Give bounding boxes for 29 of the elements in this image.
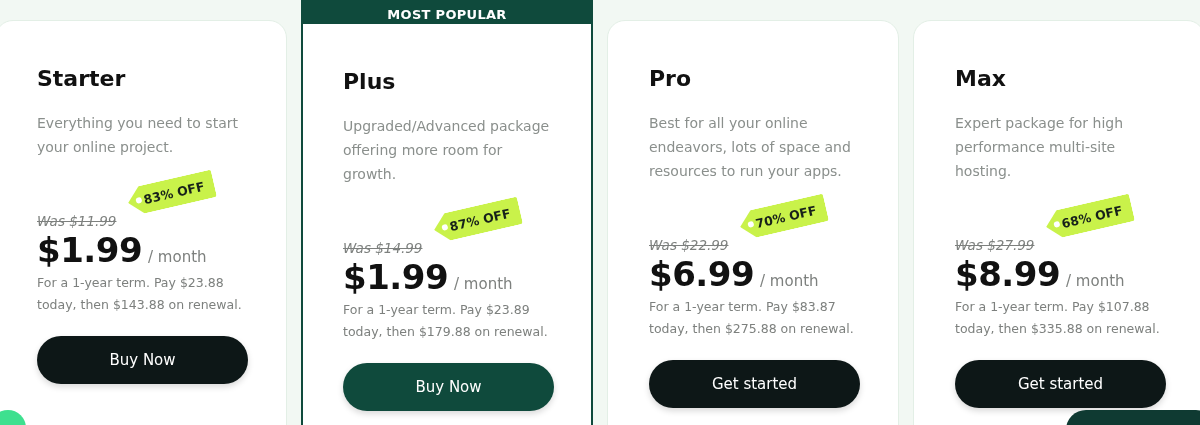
plan-name: Max — [955, 65, 1007, 93]
price-period: / month — [760, 272, 819, 290]
buy-button[interactable]: Get started — [649, 360, 860, 408]
plan-name: Starter — [37, 65, 127, 93]
price: $1.99 — [343, 257, 449, 297]
buy-button[interactable]: Buy Now — [343, 363, 554, 411]
price-terms: For a 1-year term. Pay $83.87 today, then $275.88 on renewal. — [649, 298, 855, 338]
plan-description: Upgraded/Advanced package offering more room for growth. — [343, 117, 551, 184]
price-period: / month — [1066, 272, 1125, 290]
price: $6.99 — [649, 254, 755, 294]
old-price: Was $14.99 — [343, 240, 423, 256]
plan-description: Expert package for high performance multi-site hosting. — [955, 114, 1125, 181]
plan-description: Best for all your online endeavors, lots of space and resources to run your apps. — [649, 114, 852, 181]
buy-button[interactable]: Get started — [955, 360, 1166, 408]
plan-name: Plus — [343, 68, 397, 96]
old-price: Was $22.99 — [649, 237, 729, 253]
plan-description: Everything you need to start your online project. — [37, 114, 239, 157]
price-period: / month — [148, 248, 207, 266]
price-terms: For a 1-year term. Pay $23.88 today, then $143.88 on renewal. — [37, 274, 243, 314]
price: $8.99 — [955, 254, 1061, 294]
old-price: Was $27.99 — [955, 237, 1035, 253]
plan-name: Pro — [649, 65, 693, 93]
popular-banner: MOST POPULAR — [303, 2, 591, 24]
price-period: / month — [454, 275, 513, 293]
price-terms: For a 1-year term. Pay $23.89 today, then $179.88 on renewal. — [343, 301, 549, 341]
old-price: Was $11.99 — [37, 213, 117, 229]
buy-button[interactable]: Buy Now — [37, 336, 248, 384]
price: $1.99 — [37, 230, 143, 270]
price-terms: For a 1-year term. Pay $107.88 today, then $335.88 on renewal. — [955, 298, 1161, 338]
